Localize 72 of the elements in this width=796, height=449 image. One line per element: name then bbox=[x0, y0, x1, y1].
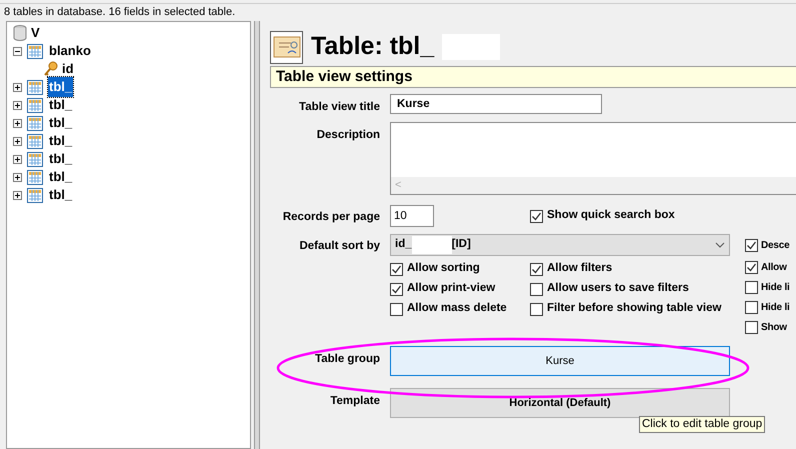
checkbox-label: Allow filters bbox=[547, 261, 612, 276]
status-text: 8 tables in database. 16 fields in selected table. bbox=[3, 5, 236, 20]
table-icon bbox=[27, 170, 43, 184]
tree-item[interactable]: tbl_ bbox=[48, 95, 74, 115]
tree-item[interactable]: V bbox=[31, 23, 40, 43]
dropdown-value: [ID] bbox=[452, 237, 471, 252]
expand-toggle[interactable] bbox=[13, 136, 22, 146]
checkbox[interactable] bbox=[745, 239, 758, 252]
field-label: Default sort by bbox=[299, 240, 380, 252]
expand-toggle[interactable] bbox=[13, 172, 22, 182]
checkbox[interactable] bbox=[530, 210, 543, 222]
expand-toggle[interactable] bbox=[13, 154, 22, 164]
checkbox[interactable] bbox=[745, 320, 758, 334]
redaction-block bbox=[412, 236, 452, 254]
checkbox-label: Desce bbox=[761, 239, 790, 253]
checkbox-label: Allow users to save filters bbox=[547, 281, 689, 296]
checkbox-label: Show bbox=[761, 320, 787, 334]
checkbox[interactable] bbox=[390, 282, 403, 296]
field-label: Template bbox=[330, 395, 380, 407]
tree-item[interactable]: tbl_ bbox=[48, 185, 74, 205]
checkbox[interactable] bbox=[530, 302, 543, 316]
table-icon bbox=[27, 98, 43, 112]
table-icon bbox=[27, 134, 43, 148]
text-field[interactable]: Kurse bbox=[390, 94, 602, 114]
checkbox[interactable] bbox=[530, 282, 543, 296]
collapse-toggle[interactable] bbox=[13, 46, 22, 56]
expand-toggle[interactable] bbox=[13, 118, 22, 128]
field-label: Records per page bbox=[282, 211, 380, 223]
checkbox[interactable] bbox=[390, 262, 403, 276]
tree-item[interactable]: tbl_ bbox=[48, 113, 74, 133]
checkbox[interactable] bbox=[745, 300, 758, 314]
table-icon bbox=[27, 80, 43, 94]
field-label: Table view title bbox=[299, 101, 380, 113]
table-icon bbox=[27, 44, 43, 58]
tree-item[interactable]: id bbox=[62, 59, 74, 79]
key-icon bbox=[43, 61, 59, 77]
tree-item[interactable]: blanko bbox=[48, 41, 92, 61]
checkbox-label: Allow mass delete bbox=[407, 301, 507, 316]
checkbox-label: Allow sorting bbox=[407, 261, 480, 276]
certificate-icon bbox=[270, 30, 303, 64]
page-title: Table: tbl_ bbox=[311, 31, 434, 62]
checkbox-label: Show quick search box bbox=[547, 208, 675, 224]
number-field[interactable]: 10 bbox=[390, 205, 434, 227]
checkbox[interactable] bbox=[745, 260, 758, 274]
expand-toggle[interactable] bbox=[13, 100, 22, 110]
checkbox[interactable] bbox=[390, 302, 403, 316]
section-header: Table view settings bbox=[270, 66, 796, 88]
tree-item[interactable]: tbl_ bbox=[48, 131, 74, 151]
field-label: Description bbox=[316, 129, 380, 141]
field-label: Table group bbox=[315, 353, 380, 365]
table-icon bbox=[27, 152, 43, 166]
table-icon bbox=[27, 188, 43, 202]
checkbox-label: Allow print-view bbox=[407, 281, 496, 296]
tree-item[interactable]: tbl_ bbox=[48, 77, 74, 97]
expand-toggle[interactable] bbox=[13, 190, 22, 200]
table-icon bbox=[27, 116, 43, 130]
tree-item[interactable]: tbl_ bbox=[48, 149, 74, 169]
checkbox-label: Filter before showing table view bbox=[547, 301, 722, 316]
table-group-button[interactable]: Kurse bbox=[390, 346, 730, 376]
checkbox-label: Allow bbox=[761, 260, 787, 274]
database-icon bbox=[13, 25, 27, 41]
template-button[interactable]: Horizontal (Default) bbox=[390, 388, 730, 418]
tooltip: Click to edit table group bbox=[639, 416, 766, 433]
chevron-down-icon bbox=[715, 242, 725, 248]
tree-item[interactable]: tbl_ bbox=[48, 167, 74, 187]
checkbox-label: Hide li bbox=[761, 300, 790, 314]
checkbox[interactable] bbox=[530, 262, 543, 276]
checkbox[interactable] bbox=[745, 280, 758, 294]
checkbox-label: Hide li bbox=[761, 280, 790, 294]
sort-dropdown[interactable]: id_ [ID] bbox=[390, 234, 730, 256]
dropdown-value: id_ bbox=[395, 237, 412, 252]
expand-toggle[interactable] bbox=[13, 82, 22, 92]
